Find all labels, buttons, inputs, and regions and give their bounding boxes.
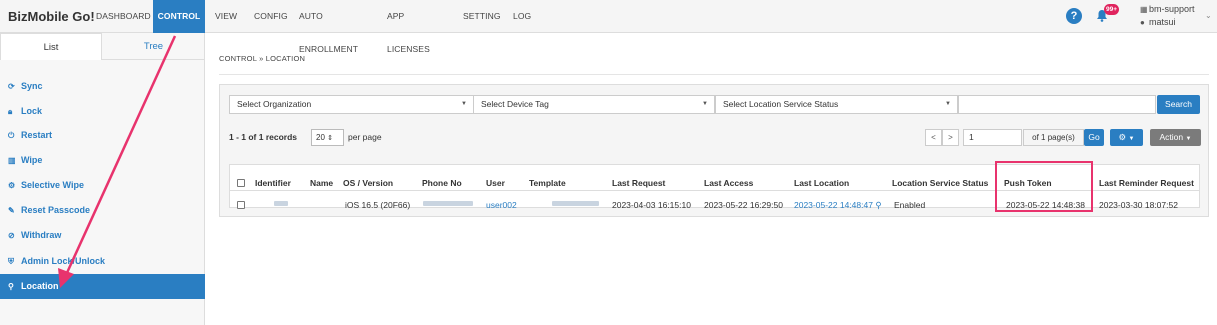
annotation-arrow	[58, 35, 177, 288]
